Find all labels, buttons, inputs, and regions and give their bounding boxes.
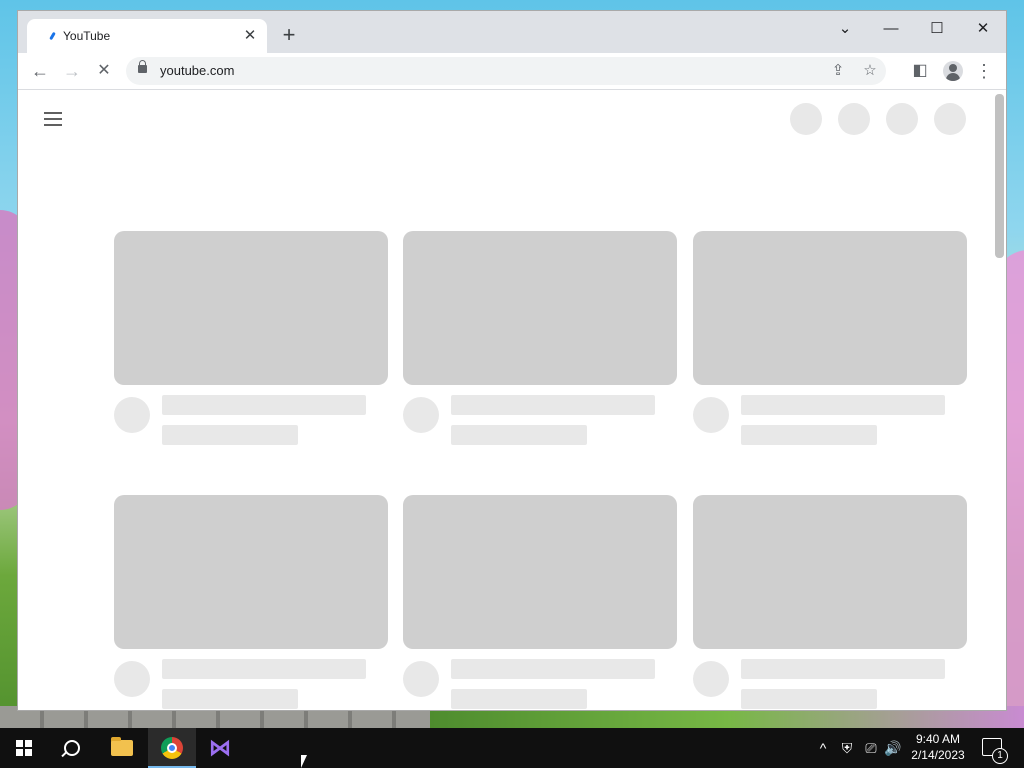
security-icon[interactable]: ⛨ (836, 728, 858, 768)
close-window-button[interactable]: ✕ (960, 15, 1006, 43)
meta-skeleton (741, 689, 877, 709)
loading-spinner-icon (47, 29, 61, 43)
tab-search-button[interactable]: ⌄ (822, 15, 868, 43)
video-card-skeleton (114, 231, 388, 445)
new-tab-button[interactable]: + (278, 24, 300, 47)
header-skeleton-circle (790, 103, 822, 135)
side-panel-button[interactable]: ◧ (908, 59, 932, 83)
search-button[interactable] (48, 728, 96, 768)
thumbnail-skeleton (403, 495, 677, 649)
meta-skeleton (162, 425, 298, 445)
back-button[interactable]: ← (28, 59, 52, 83)
chrome-icon (161, 737, 183, 759)
minimize-button[interactable]: — (868, 15, 914, 43)
url-text[interactable]: youtube.com (160, 63, 234, 78)
video-card-skeleton (403, 495, 677, 709)
visual-studio-icon: ⋈ (209, 735, 231, 760)
clock-time: 9:40 AM (915, 732, 961, 746)
video-card-skeleton (403, 231, 677, 445)
channel-avatar-skeleton (403, 661, 439, 697)
thumbnail-skeleton (693, 495, 967, 649)
tab-title: YouTube (63, 29, 111, 43)
channel-avatar-skeleton (114, 397, 150, 433)
windows-logo-icon (16, 740, 32, 756)
clock[interactable]: 9:40 AM 2/14/2023 (906, 731, 970, 763)
title-skeleton (741, 395, 945, 415)
tab-strip: YouTube ✕ + ⌄ — ☐ ✕ (18, 11, 1006, 53)
folder-icon (111, 737, 133, 756)
stop-loading-button[interactable]: ✕ (92, 59, 116, 83)
channel-avatar-skeleton (693, 397, 729, 433)
header-skeleton-circle (838, 103, 870, 135)
visual-studio-button[interactable]: ⋈ (196, 728, 244, 768)
mouse-cursor (301, 755, 307, 768)
clock-date: 2/14/2023 (911, 748, 965, 762)
file-explorer-button[interactable] (98, 728, 146, 768)
header-skeleton-circle (886, 103, 918, 135)
video-card-skeleton (693, 495, 967, 709)
video-card-skeleton (114, 495, 388, 709)
meta-skeleton (162, 689, 298, 709)
maximize-button[interactable]: ☐ (914, 15, 960, 43)
forward-button[interactable]: → (60, 59, 84, 83)
thumbnail-skeleton (403, 231, 677, 385)
page-content (18, 90, 1006, 710)
network-icon[interactable]: ⎚ (860, 728, 882, 768)
search-icon (64, 740, 80, 756)
share-icon[interactable]: ⇪ (826, 59, 850, 83)
title-skeleton (162, 395, 366, 415)
thumbnail-skeleton (114, 495, 388, 649)
volume-icon[interactable]: 🔊 (882, 728, 904, 768)
chrome-menu-button[interactable]: ⋮ (972, 59, 996, 83)
title-skeleton (451, 659, 655, 679)
address-bar[interactable]: youtube.com ⇪ ☆ (126, 57, 886, 85)
meta-skeleton (451, 425, 587, 445)
browser-toolbar: ← → ✕ youtube.com ⇪ ☆ ◧ ⋮ (18, 53, 1006, 90)
notification-badge: 1 (992, 748, 1008, 764)
title-skeleton (162, 659, 366, 679)
show-hidden-icons-button[interactable]: ^ (812, 728, 834, 768)
video-card-skeleton (693, 231, 967, 445)
windows-taskbar: ⋈ ^ ⛨ ⎚ 🔊 9:40 AM 2/14/2023 1 (0, 728, 1024, 768)
tab-close-icon[interactable]: ✕ (241, 27, 259, 45)
hamburger-menu-icon[interactable] (44, 110, 64, 126)
meta-skeleton (741, 425, 877, 445)
chrome-taskbar-button[interactable] (148, 728, 196, 768)
meta-skeleton (451, 689, 587, 709)
title-skeleton (451, 395, 655, 415)
start-button[interactable] (0, 728, 48, 768)
thumbnail-skeleton (114, 231, 388, 385)
profile-avatar[interactable] (943, 61, 963, 81)
channel-avatar-skeleton (693, 661, 729, 697)
lock-icon[interactable] (138, 60, 147, 73)
chrome-window: YouTube ✕ + ⌄ — ☐ ✕ ← → ✕ youtube.com ⇪ … (17, 10, 1007, 711)
header-skeleton-circle (934, 103, 966, 135)
tab-youtube[interactable]: YouTube ✕ (27, 19, 267, 53)
bookmark-star-icon[interactable]: ☆ (858, 59, 882, 83)
channel-avatar-skeleton (403, 397, 439, 433)
scrollbar[interactable] (995, 94, 1004, 258)
title-skeleton (741, 659, 945, 679)
thumbnail-skeleton (693, 231, 967, 385)
channel-avatar-skeleton (114, 661, 150, 697)
